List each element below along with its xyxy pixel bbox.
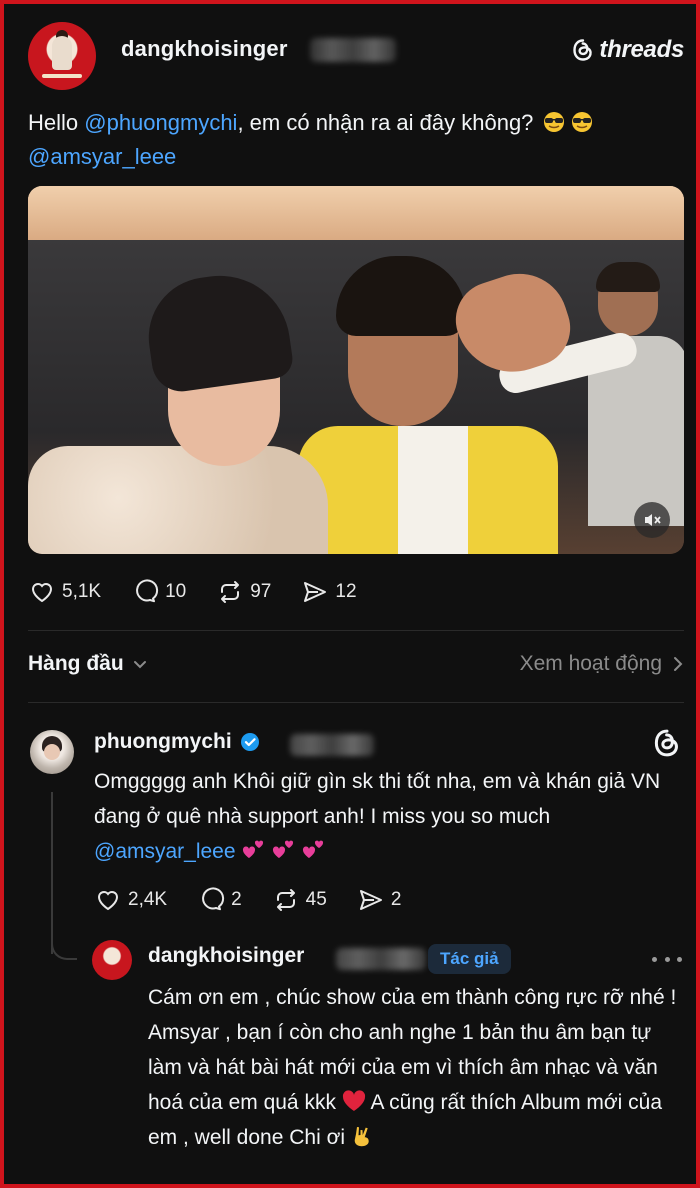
repost-count: 97 [250,581,272,602]
thread-line [51,792,53,954]
post-caption: Hello @phuongmychi, em có nhận ra ai đây… [28,106,688,174]
threads-icon[interactable] [652,728,682,758]
mention-link[interactable]: @amsyar_leee [28,144,176,169]
comment-count: 10 [165,581,187,602]
threads-post-view: dangkhoisinger threads Hello @phuongmych… [14,14,694,1182]
threads-wordmark: threads [599,36,684,63]
divider [28,702,684,703]
sort-label: Hàng đầu [28,652,124,675]
comment-button[interactable]: 10 [131,578,186,606]
mention-link[interactable]: @phuongmychi [84,110,237,135]
chevron-right-icon [674,657,683,671]
divider [28,630,684,631]
verified-badge-icon [240,733,259,751]
threads-logo: threads [571,36,684,64]
more-options-icon[interactable] [652,948,682,970]
view-activity-link[interactable]: Xem hoạt động [520,652,684,676]
caption-text: , em có nhận ra ai đây không? [237,110,534,135]
repost-count: 45 [305,889,327,910]
reply-text: Cám ơn em , chúc show của em thành công … [148,980,688,1155]
repost-icon [276,889,295,911]
threads-icon [573,39,593,61]
love-you-gesture-emoji-icon [354,1127,369,1147]
share-button[interactable]: 12 [301,578,357,606]
share-count: 2 [390,889,402,910]
reply-author-username[interactable]: dangkhoisinger [148,944,304,968]
thread-line-curve [51,934,77,960]
comment-count: 2 [231,889,242,910]
comment-text: Omggggg anh Khôi giữ gìn sk thi tốt nha,… [94,764,686,869]
send-icon [304,582,327,602]
share-count: 12 [335,581,357,602]
send-icon [359,890,382,910]
comment-icon [136,579,159,603]
mention-link[interactable]: @amsyar_leee [94,840,236,863]
view-activity-label: Xem hoạt động [519,652,662,675]
screenshot-frame: dangkhoisinger threads Hello @phuongmych… [0,0,700,1188]
two-hearts-emoji-icon [243,840,324,858]
sort-dropdown[interactable]: Hàng đầu [28,652,148,676]
heart-icon [31,583,53,603]
comment-body: Omggggg anh Khôi giữ gìn sk thi tốt nha,… [94,770,661,828]
comment-action-bar: 2,4K 2 45 2 [94,886,431,914]
commenter-avatar[interactable] [30,730,74,774]
redacted-timestamp [310,38,396,62]
sunglasses-emoji-icon [543,112,564,132]
post-video[interactable] [28,186,684,554]
share-button[interactable]: 2 [357,886,402,914]
heart-icon [97,891,119,911]
comment-icon [202,887,225,911]
replies-sort-row: Hàng đầu Xem hoạt động [28,652,684,676]
repost-icon [221,581,240,603]
commenter-name-row: phuongmychi [94,730,260,754]
comment-button[interactable]: 2 [197,886,242,914]
redacted-timestamp [290,734,374,756]
redacted-timestamp [336,948,426,970]
post-action-bar: 5,1K 10 97 12 [28,578,387,606]
author-badge: Tác giả [428,944,511,974]
like-button[interactable]: 2,4K [94,886,167,914]
sunglasses-emoji-icon [571,112,592,132]
like-count: 2,4K [128,889,168,910]
reply-author-avatar[interactable] [92,940,132,980]
like-button[interactable]: 5,1K [28,578,101,606]
speaker-muted-icon [645,514,661,526]
repost-button[interactable]: 45 [272,886,327,914]
author-username[interactable]: dangkhoisinger [121,36,288,62]
chevron-down-icon [133,661,146,669]
caption-text: Hello [28,110,85,135]
commenter-username[interactable]: phuongmychi [94,730,232,754]
author-avatar[interactable] [28,22,96,90]
red-heart-emoji-icon [342,1090,365,1111]
repost-button[interactable]: 97 [216,578,271,606]
like-count: 5,1K [62,581,102,602]
mute-button[interactable] [634,502,670,538]
